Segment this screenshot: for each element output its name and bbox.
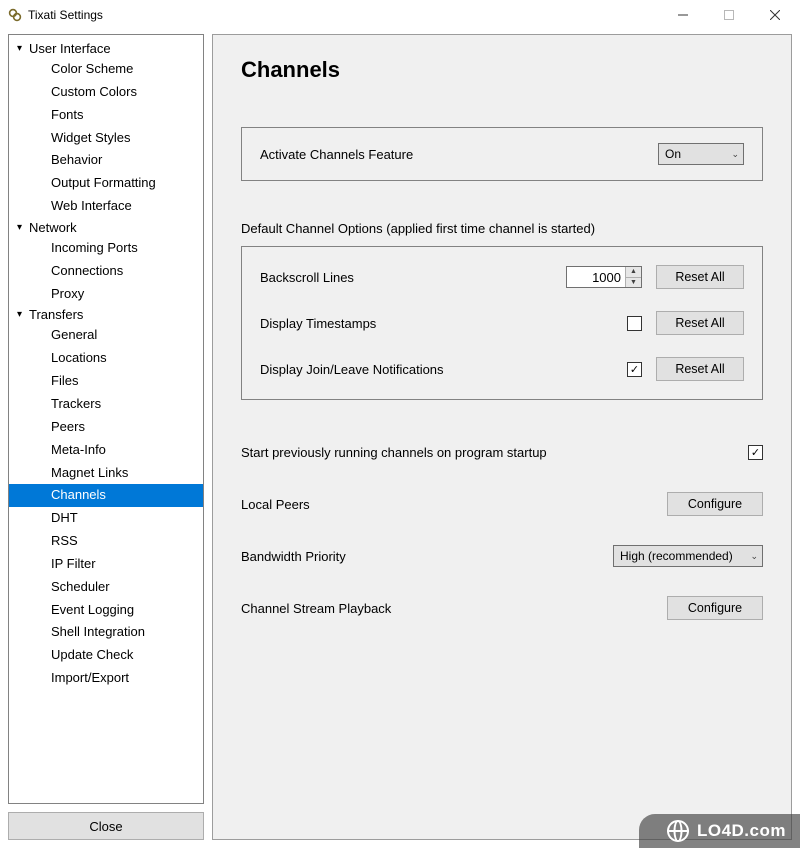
activate-select[interactable]: On ⌄ (658, 143, 744, 165)
watermark-text: LO4D.com (697, 821, 786, 841)
tree-item-custom-colors[interactable]: Custom Colors (9, 81, 203, 104)
spin-up-icon[interactable]: ▲ (626, 267, 641, 278)
tree-item-general[interactable]: General (9, 324, 203, 347)
tree-item-update-check[interactable]: Update Check (9, 644, 203, 667)
tree-item-widget-styles[interactable]: Widget Styles (9, 127, 203, 150)
tree-item-meta-info[interactable]: Meta-Info (9, 439, 203, 462)
backscroll-input[interactable] (567, 267, 625, 287)
tree-item-shell-integration[interactable]: Shell Integration (9, 621, 203, 644)
local-peers-configure-button[interactable]: Configure (667, 492, 763, 516)
tree-item-color-scheme[interactable]: Color Scheme (9, 58, 203, 81)
tree-group-header-network[interactable]: ▾ Network (9, 218, 203, 237)
tree-group-header-transfers[interactable]: ▾ Transfers (9, 305, 203, 324)
page-title: Channels (241, 57, 763, 83)
tree-item-dht[interactable]: DHT (9, 507, 203, 530)
local-peers-label: Local Peers (241, 497, 667, 512)
settings-tree[interactable]: ▾ User Interface Color Scheme Custom Col… (8, 34, 204, 804)
reset-joinleave-button[interactable]: Reset All (656, 357, 744, 381)
tree-item-scheduler[interactable]: Scheduler (9, 576, 203, 599)
app-icon (8, 8, 22, 22)
startup-label: Start previously running channels on pro… (241, 445, 748, 460)
tree-group-header-ui[interactable]: ▾ User Interface (9, 39, 203, 58)
tree-item-behavior[interactable]: Behavior (9, 149, 203, 172)
tree-group-label: Transfers (29, 307, 83, 322)
tree-item-locations[interactable]: Locations (9, 347, 203, 370)
tree-item-ip-filter[interactable]: IP Filter (9, 553, 203, 576)
close-window-button[interactable] (752, 0, 798, 30)
startup-checkbox[interactable]: ✓ (748, 445, 763, 460)
tree-item-incoming-ports[interactable]: Incoming Ports (9, 237, 203, 260)
tree-item-proxy[interactable]: Proxy (9, 283, 203, 306)
window-controls (660, 0, 798, 30)
tree-group-label: Network (29, 220, 77, 235)
reset-timestamps-button[interactable]: Reset All (656, 311, 744, 335)
sidebar: ▾ User Interface Color Scheme Custom Col… (8, 34, 204, 840)
tree-item-magnet-links[interactable]: Magnet Links (9, 462, 203, 485)
timestamps-checkbox[interactable] (627, 316, 642, 331)
activate-select-value: On (665, 147, 681, 161)
joinleave-label: Display Join/Leave Notifications (260, 362, 613, 377)
reset-backscroll-button[interactable]: Reset All (656, 265, 744, 289)
maximize-button[interactable] (706, 0, 752, 30)
chevron-down-icon: ⌄ (750, 551, 758, 562)
activate-label: Activate Channels Feature (260, 147, 658, 162)
chevron-down-icon: ▾ (17, 222, 27, 233)
default-options-groupbox: Backscroll Lines ▲ ▼ Reset All Display T… (241, 246, 763, 400)
bandwidth-label: Bandwidth Priority (241, 549, 613, 564)
tree-group-label: User Interface (29, 41, 111, 56)
tree-item-peers[interactable]: Peers (9, 416, 203, 439)
tree-item-fonts[interactable]: Fonts (9, 104, 203, 127)
tree-item-import-export[interactable]: Import/Export (9, 667, 203, 690)
tree-item-event-logging[interactable]: Event Logging (9, 599, 203, 622)
tree-item-channels[interactable]: Channels (9, 484, 203, 507)
tree-item-rss[interactable]: RSS (9, 530, 203, 553)
watermark: LO4D.com (639, 814, 800, 848)
timestamps-label: Display Timestamps (260, 316, 613, 331)
minimize-button[interactable] (660, 0, 706, 30)
globe-icon (667, 820, 689, 842)
tree-item-trackers[interactable]: Trackers (9, 393, 203, 416)
backscroll-spinner[interactable]: ▲ ▼ (566, 266, 642, 288)
activate-groupbox: Activate Channels Feature On ⌄ (241, 127, 763, 181)
tree-item-connections[interactable]: Connections (9, 260, 203, 283)
tree-item-web-interface[interactable]: Web Interface (9, 195, 203, 218)
default-options-heading: Default Channel Options (applied first t… (241, 221, 763, 236)
tree-item-files[interactable]: Files (9, 370, 203, 393)
bandwidth-select[interactable]: High (recommended) ⌄ (613, 545, 763, 567)
close-button[interactable]: Close (8, 812, 204, 840)
playback-label: Channel Stream Playback (241, 601, 667, 616)
bandwidth-select-value: High (recommended) (620, 549, 733, 563)
backscroll-label: Backscroll Lines (260, 270, 552, 285)
window-title: Tixati Settings (28, 8, 103, 22)
main-panel: Channels Activate Channels Feature On ⌄ … (212, 34, 792, 840)
chevron-down-icon: ⌄ (731, 149, 739, 160)
joinleave-checkbox[interactable]: ✓ (627, 362, 642, 377)
playback-configure-button[interactable]: Configure (667, 596, 763, 620)
titlebar: Tixati Settings (0, 0, 800, 30)
tree-item-output-formatting[interactable]: Output Formatting (9, 172, 203, 195)
chevron-down-icon: ▾ (17, 43, 27, 54)
chevron-down-icon: ▾ (17, 309, 27, 320)
spin-down-icon[interactable]: ▼ (626, 278, 641, 288)
